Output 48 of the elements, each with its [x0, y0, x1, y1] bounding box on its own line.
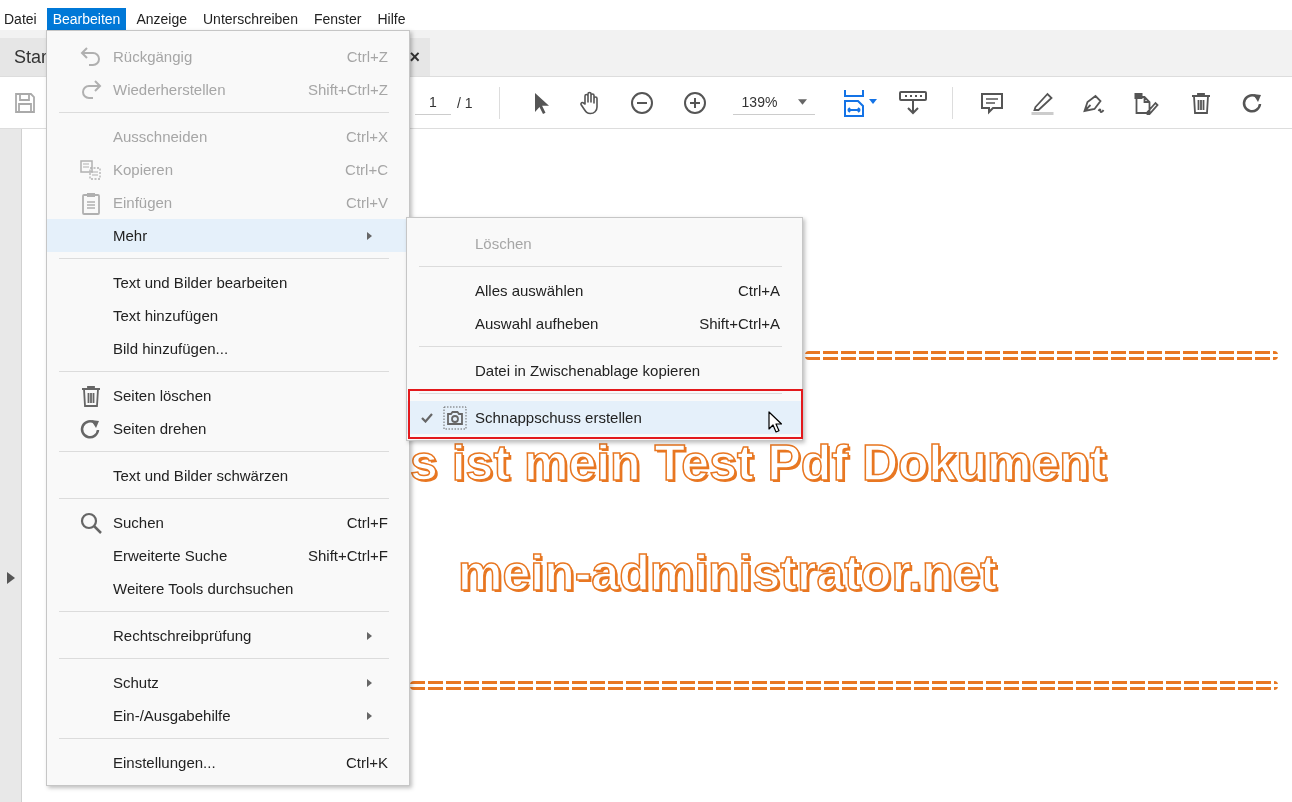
menu-item[interactable]: Einstellungen... Ctrl+K [47, 746, 409, 779]
edit-document-icon[interactable] [1132, 90, 1160, 115]
search-icon [79, 510, 103, 535]
menu-item[interactable]: Seiten drehen [47, 412, 409, 445]
menu-item[interactable]: Datei in Zwischenablage kopieren [407, 354, 802, 387]
zoom-out-icon[interactable] [629, 90, 654, 115]
menu-item[interactable]: Text hinzufügen [47, 299, 409, 332]
document-heading: s ist mein Test Pdf Dokument [410, 434, 1107, 493]
menu-item[interactable]: Text und Bilder schwärzen [47, 459, 409, 492]
submenu-arrow-icon [367, 631, 372, 640]
submenu-arrow-icon [367, 711, 372, 720]
scroll-mode-icon[interactable] [898, 90, 927, 115]
menu-item[interactable]: Text und Bilder bearbeiten [47, 266, 409, 299]
submenu-arrow-icon [367, 231, 372, 240]
clipboard-icon [79, 190, 103, 215]
redo-icon [79, 77, 103, 102]
menu-item[interactable]: Mehr [47, 219, 409, 252]
menu-item[interactable]: Schnappschuss erstellen [407, 401, 802, 434]
expand-arrow-icon[interactable] [6, 572, 15, 584]
menu-bar-item[interactable]: Unterschreiben [197, 8, 304, 30]
camera-icon [443, 405, 467, 430]
trash-icon [79, 383, 103, 408]
undo-icon [79, 44, 103, 69]
menu-item[interactable]: Weitere Tools durchsuchen [47, 572, 409, 605]
menu-item[interactable]: Ein-/Ausgabehilfe [47, 699, 409, 732]
menu-item[interactable]: Rechtschreibprüfung [47, 619, 409, 652]
zoom-in-icon[interactable] [682, 90, 707, 115]
menu-item[interactable]: Schutz [47, 666, 409, 699]
menu-bar-item[interactable]: Anzeige [130, 8, 193, 30]
document-heading: mein-administrator.net [458, 544, 997, 603]
menu-bar-item[interactable]: Fenster [307, 8, 368, 30]
comment-icon[interactable] [979, 90, 1004, 115]
page-count: / 1 [457, 94, 473, 111]
menu-bar-item[interactable]: Bearbeiten [46, 8, 127, 30]
menu-bar-item[interactable]: Hilfe [371, 8, 412, 30]
menu-item[interactable]: Bild hinzufügen... [47, 332, 409, 365]
menu-item[interactable]: Alles auswählen Ctrl+A [407, 274, 802, 307]
submenu-arrow-icon [367, 678, 372, 687]
menu-item[interactable]: Suchen Ctrl+F [47, 506, 409, 539]
menu-item[interactable]: Erweiterte Suche Shift+Ctrl+F [47, 539, 409, 572]
menu-item[interactable]: Seiten löschen [47, 379, 409, 412]
page-number-field[interactable]: 1 [415, 90, 451, 115]
caret-icon [797, 99, 807, 105]
menu-item[interactable]: Auswahl aufheben Shift+Ctrl+A [407, 307, 802, 340]
menu-bar-item[interactable]: Datei [0, 8, 43, 30]
copy-icon [79, 157, 103, 182]
cursor-icon [768, 411, 782, 433]
zoom-field[interactable]: 139% [732, 90, 815, 115]
